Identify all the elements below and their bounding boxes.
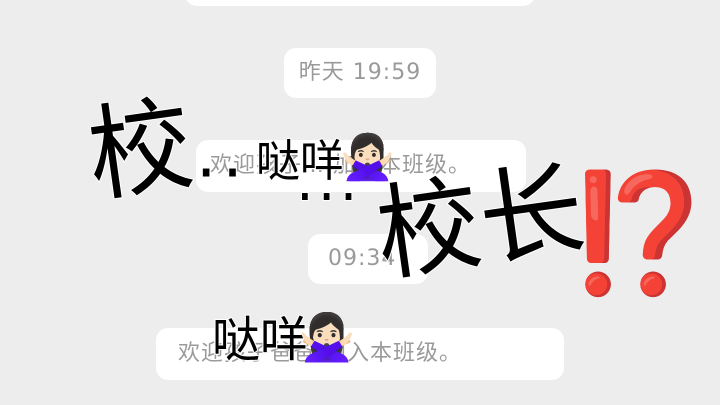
no-gesture-emoji-icon: 🙅🏻‍♀️ xyxy=(297,310,356,364)
timestamp-text: 昨天 19:59 xyxy=(298,60,422,85)
overlay-caption-xiao: 校 xyxy=(79,81,201,218)
overlay-ellipsis: ·· xyxy=(195,137,249,211)
timestamp-yesterday: 昨天 19:59 xyxy=(284,48,436,98)
interrobang-icon: ⁉️ xyxy=(564,166,711,301)
overlay-ellipsis-2: ··· xyxy=(295,165,362,230)
system-message-top xyxy=(185,0,535,6)
overlay-caption-dada-2: 哒咩 xyxy=(211,312,309,368)
overlay-caption-principal: 校长 xyxy=(368,146,593,298)
